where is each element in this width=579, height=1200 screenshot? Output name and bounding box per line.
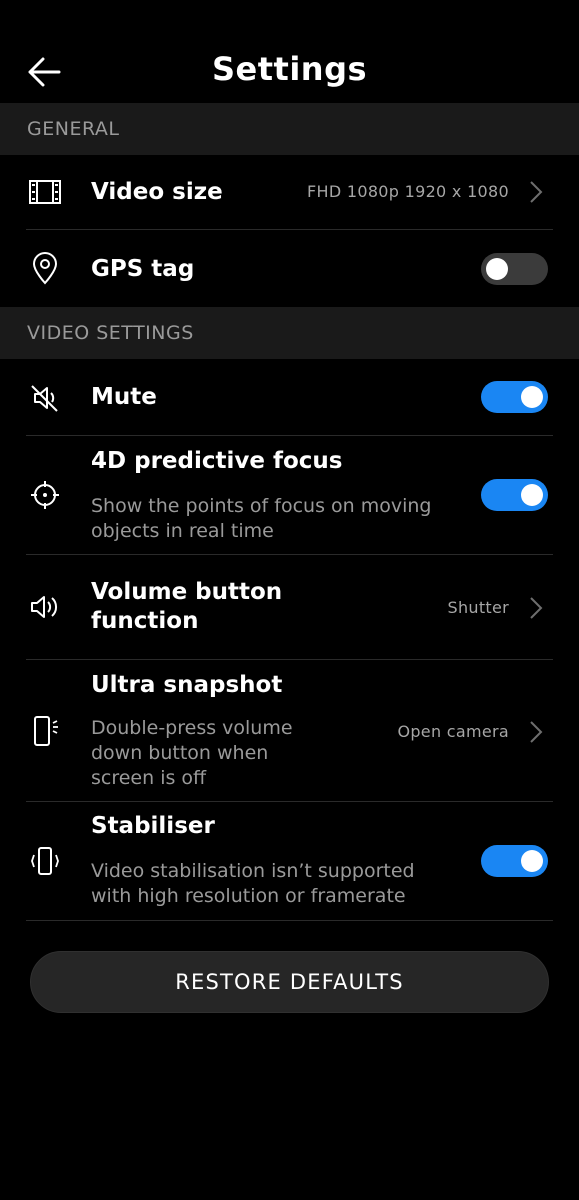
stabiliser-toggle[interactable] [481, 845, 548, 877]
setting-row-ultra-snapshot[interactable]: Ultra snapshot Double-press volume down … [0, 660, 579, 802]
section-header-general: GENERAL [0, 103, 579, 155]
volume-button-value: Shutter [447, 598, 509, 617]
video-size-title: Video size [91, 179, 223, 205]
setting-row-video-size[interactable]: Video size FHD 1080p 1920 x 1080 [0, 155, 579, 230]
ultra-snapshot-value: Open camera [397, 722, 509, 741]
setting-row-predictive-focus[interactable]: 4D predictive focus Show the points of f… [0, 436, 579, 555]
crosshair-icon [25, 475, 65, 515]
ultra-snapshot-subtitle-line2: down button when [91, 742, 269, 764]
speaker-volume-icon [25, 587, 65, 627]
setting-row-volume-button[interactable]: Volume button function Shutter [0, 555, 579, 660]
phone-vibrate-icon [25, 841, 65, 881]
toggle-knob [521, 386, 543, 408]
stabiliser-subtitle-line2: with high resolution or framerate [91, 885, 406, 907]
ultra-snapshot-subtitle-line3: screen is off [91, 767, 207, 789]
location-pin-icon [25, 248, 65, 288]
page-title: Settings [211, 50, 368, 88]
gps-tag-title: GPS tag [91, 256, 195, 282]
mute-title: Mute [91, 384, 157, 410]
top-app-bar: Settings [0, 0, 579, 103]
film-frame-icon [25, 172, 65, 212]
chevron-right-icon [529, 720, 543, 744]
restore-defaults-button[interactable]: RESTORE DEFAULTS [30, 951, 549, 1013]
predictive-focus-subtitle-line1: Show the points of focus on moving [91, 495, 432, 517]
chevron-right-icon [529, 596, 543, 620]
video-size-value: FHD 1080p 1920 x 1080 [307, 182, 509, 201]
setting-row-mute[interactable]: Mute [0, 359, 579, 436]
chevron-right-icon [529, 180, 543, 204]
section-header-video-settings: VIDEO SETTINGS [0, 307, 579, 359]
divider [26, 920, 553, 921]
setting-row-stabiliser[interactable]: Stabiliser Video stabilisation isn’t sup… [0, 802, 579, 920]
predictive-focus-title: 4D predictive focus [91, 448, 343, 474]
stabiliser-subtitle-line1: Video stabilisation isn’t supported [91, 860, 415, 882]
setting-row-gps-tag[interactable]: GPS tag [0, 230, 579, 307]
ultra-snapshot-title: Ultra snapshot [91, 672, 283, 698]
toggle-knob [486, 258, 508, 280]
predictive-focus-toggle[interactable] [481, 479, 548, 511]
speaker-muted-icon [25, 378, 65, 418]
toggle-knob [521, 484, 543, 506]
phone-snapshot-icon [25, 711, 65, 751]
mute-toggle[interactable] [481, 381, 548, 413]
stabiliser-title: Stabiliser [91, 813, 215, 839]
gps-tag-toggle[interactable] [481, 253, 548, 285]
predictive-focus-subtitle-line2: objects in real time [91, 520, 274, 542]
toggle-knob [521, 850, 543, 872]
volume-button-title-line1: Volume button [91, 579, 283, 605]
volume-button-title-line2: function [91, 608, 199, 634]
ultra-snapshot-subtitle-line1: Double-press volume [91, 717, 293, 739]
